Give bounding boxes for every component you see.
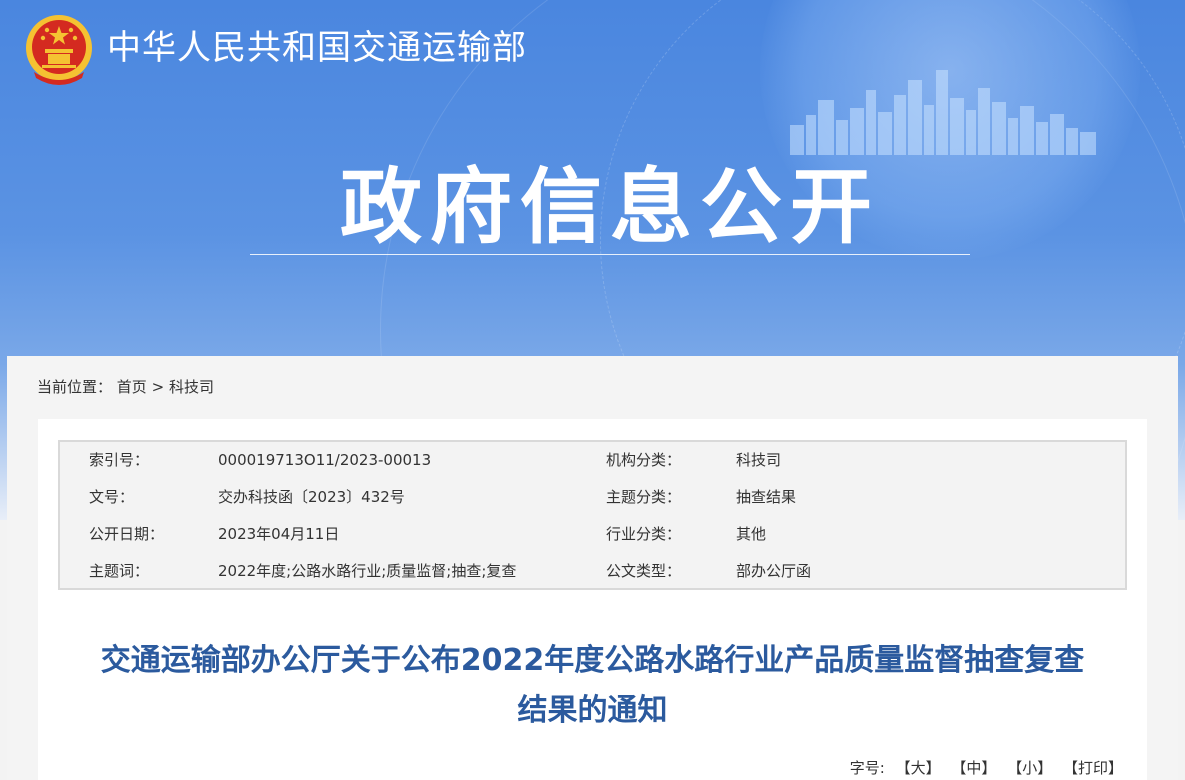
meta-label: 行业分类： (606, 525, 682, 543)
meta-row: 文号： 交办科技函〔2023〕432号 主题分类： 抽查结果 (60, 479, 1125, 516)
document-title-line2: 结果的通知 (517, 693, 668, 728)
meta-label: 文号： (89, 488, 135, 506)
meta-value: 其他 (736, 525, 767, 543)
font-large-button[interactable]: 【大】 (896, 759, 941, 777)
meta-label: 主题分类： (606, 488, 682, 506)
print-button[interactable]: 【打印】 (1063, 759, 1123, 777)
document-title: 交通运输部办公厅关于公布2022年度公路水路行业产品质量监督抽查复查 结果的通知 (60, 636, 1125, 736)
meta-value: 2023年04月11日 (218, 525, 340, 543)
meta-label: 机构分类： (606, 451, 682, 469)
breadcrumb-home-link[interactable]: 首页 (117, 378, 147, 396)
breadcrumb-prefix: 当前位置： (37, 378, 113, 396)
meta-value: 交办科技函〔2023〕432号 (218, 488, 405, 506)
meta-value: 000019713O11/2023-00013 (218, 451, 432, 469)
meta-row: 索引号： 000019713O11/2023-00013 机构分类： 科技司 (60, 442, 1125, 479)
font-medium-button[interactable]: 【中】 (951, 759, 996, 777)
meta-label: 索引号： (89, 451, 150, 469)
meta-value: 2022年度;公路水路行业;质量监督;抽查;复查 (218, 562, 517, 580)
breadcrumb-current-link[interactable]: 科技司 (169, 378, 214, 396)
section-title: 政府信息公开 (339, 160, 880, 255)
meta-value: 部办公厅函 (736, 562, 812, 580)
national-emblem-icon (26, 15, 92, 85)
meta-value: 抽查结果 (736, 488, 797, 506)
meta-row: 主题词： 2022年度;公路水路行业;质量监督;抽查;复查 公文类型： 部办公厅… (60, 553, 1125, 590)
city-skyline-icon (790, 70, 1096, 155)
document-meta-table: 索引号： 000019713O11/2023-00013 机构分类： 科技司 文… (58, 440, 1127, 590)
title-underline (250, 254, 970, 255)
meta-label: 公开日期： (89, 525, 165, 543)
ministry-name: 中华人民共和国交通运输部 (107, 28, 527, 68)
font-small-button[interactable]: 【小】 (1007, 759, 1052, 777)
meta-label: 主题词： (89, 562, 150, 580)
font-size-label: 字号: (849, 759, 885, 777)
document-title-line1: 交通运输部办公厅关于公布2022年度公路水路行业产品质量监督抽查复查 (100, 643, 1085, 678)
meta-value: 科技司 (736, 451, 782, 469)
meta-row: 公开日期： 2023年04月11日 行业分类： 其他 (60, 516, 1125, 553)
breadcrumb-separator: > (151, 378, 165, 396)
font-size-toolbar: 字号: 【大】 【中】 【小】 【打印】 (850, 756, 1123, 780)
meta-label: 公文类型： (606, 562, 682, 580)
breadcrumb: 当前位置： 首页 > 科技司 (37, 376, 214, 398)
